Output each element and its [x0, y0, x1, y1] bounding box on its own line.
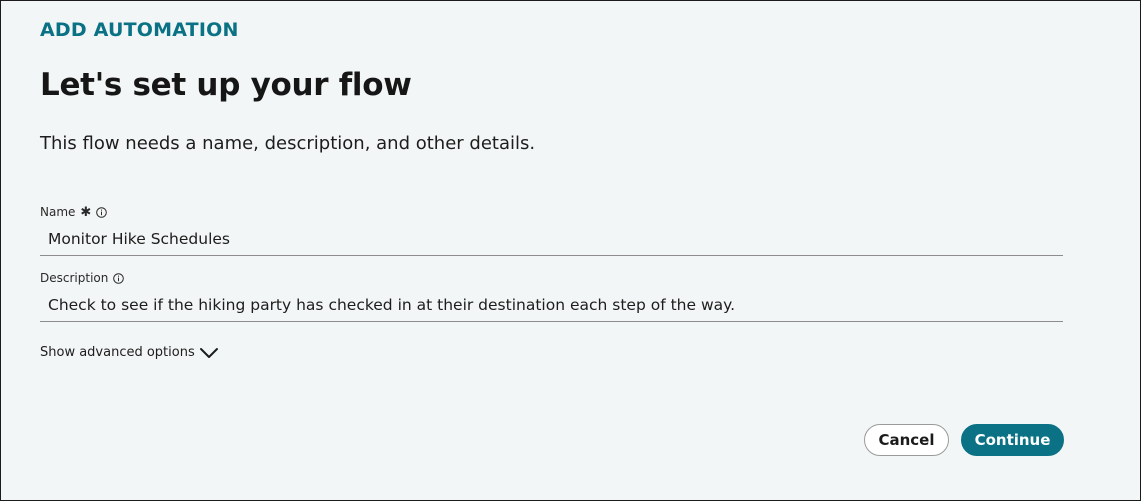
add-automation-dialog: ADD AUTOMATION Let's set up your flow Th…: [0, 0, 1141, 501]
info-icon[interactable]: [96, 206, 108, 218]
page-subtitle: This flow needs a name, description, and…: [40, 133, 536, 154]
description-label: Description: [40, 271, 109, 285]
name-input[interactable]: [40, 229, 1063, 256]
show-advanced-options-label: Show advanced options: [40, 345, 195, 360]
name-label: Name: [40, 205, 76, 219]
chevron-down-icon: [199, 346, 219, 360]
show-advanced-options-toggle[interactable]: Show advanced options: [40, 345, 219, 360]
required-asterisk-icon: ✱: [80, 204, 92, 220]
description-label-row: Description: [40, 270, 1063, 286]
description-field: Description: [40, 270, 1063, 322]
dialog-eyebrow: ADD AUTOMATION: [40, 19, 239, 41]
page-title: Let's set up your flow: [40, 67, 412, 103]
description-input[interactable]: [40, 295, 1063, 322]
info-icon[interactable]: [113, 272, 125, 284]
name-label-row: Name ✱: [40, 204, 1063, 220]
continue-button[interactable]: Continue: [961, 424, 1064, 456]
name-field: Name ✱: [40, 204, 1063, 256]
cancel-button[interactable]: Cancel: [864, 424, 949, 456]
